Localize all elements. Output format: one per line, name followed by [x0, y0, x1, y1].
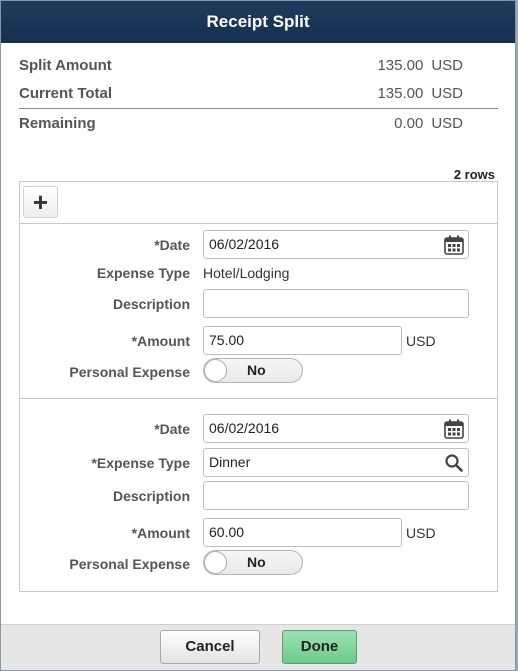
calendar-icon[interactable] [444, 235, 464, 255]
split-amount-label: Split Amount [19, 57, 112, 74]
summary-divider [19, 108, 498, 109]
dialog-footer: Cancel Done [1, 624, 515, 670]
plus-icon: + [32, 187, 49, 217]
amount-label: *Amount [131, 525, 190, 541]
date-label: *Date [154, 237, 190, 253]
current-total-label: Current Total [19, 85, 113, 102]
description-label: Description [112, 296, 190, 312]
date-input[interactable]: 06/02/2016 [203, 414, 469, 443]
remaining-value: 0.00 USD [394, 115, 463, 132]
toggle-knob [204, 359, 227, 382]
amount-input[interactable]: 60.00 [203, 518, 402, 547]
expense-type-label: Expense Type [96, 265, 190, 281]
receipt-split-dialog: Receipt Split Split Amount 135.00 USD Cur… [0, 0, 516, 671]
personal-expense-toggle[interactable]: No [203, 358, 303, 383]
amount-input[interactable]: 75.00 [203, 326, 402, 355]
expense-type-input[interactable]: Dinner [203, 448, 469, 477]
personal-expense-label: Personal Expense [69, 364, 190, 380]
split-amount-value: 135.00 USD [377, 57, 463, 74]
description-input[interactable] [203, 481, 469, 510]
summary-split-amount: Split Amount 135.00 USD [19, 57, 463, 79]
amount-label: *Amount [131, 333, 190, 349]
personal-expense-toggle[interactable]: No [203, 550, 303, 575]
row-count: 2 rows [453, 167, 495, 182]
grid-toolbar: + [20, 182, 497, 224]
summary-current-total: Current Total 135.00 USD [19, 85, 463, 107]
date-label: *Date [154, 421, 190, 437]
toggle-label: No [247, 362, 266, 378]
amount-currency: USD [406, 525, 436, 541]
split-grid: + *Date 06/02/2016 Expense Type Hotel/Lo… [19, 181, 498, 592]
search-icon[interactable] [444, 453, 464, 473]
done-button[interactable]: Done [282, 630, 357, 664]
row-divider [20, 398, 497, 399]
date-input[interactable]: 06/02/2016 [203, 230, 469, 259]
summary-remaining: Remaining 0.00 USD [19, 115, 463, 137]
toggle-knob [204, 551, 227, 574]
add-row-button[interactable]: + [23, 186, 58, 218]
cancel-button[interactable]: Cancel [160, 630, 260, 664]
toggle-label: No [247, 554, 266, 570]
current-total-value: 135.00 USD [377, 85, 463, 102]
remaining-label: Remaining [19, 115, 96, 132]
calendar-icon[interactable] [444, 419, 464, 439]
dialog-title: Receipt Split [1, 1, 515, 43]
personal-expense-label: Personal Expense [69, 556, 190, 572]
description-label: Description [112, 488, 190, 504]
expense-type-value: Hotel/Lodging [203, 265, 290, 281]
expense-type-label: *Expense Type [91, 455, 190, 471]
description-input[interactable] [203, 289, 469, 318]
amount-currency: USD [406, 333, 436, 349]
